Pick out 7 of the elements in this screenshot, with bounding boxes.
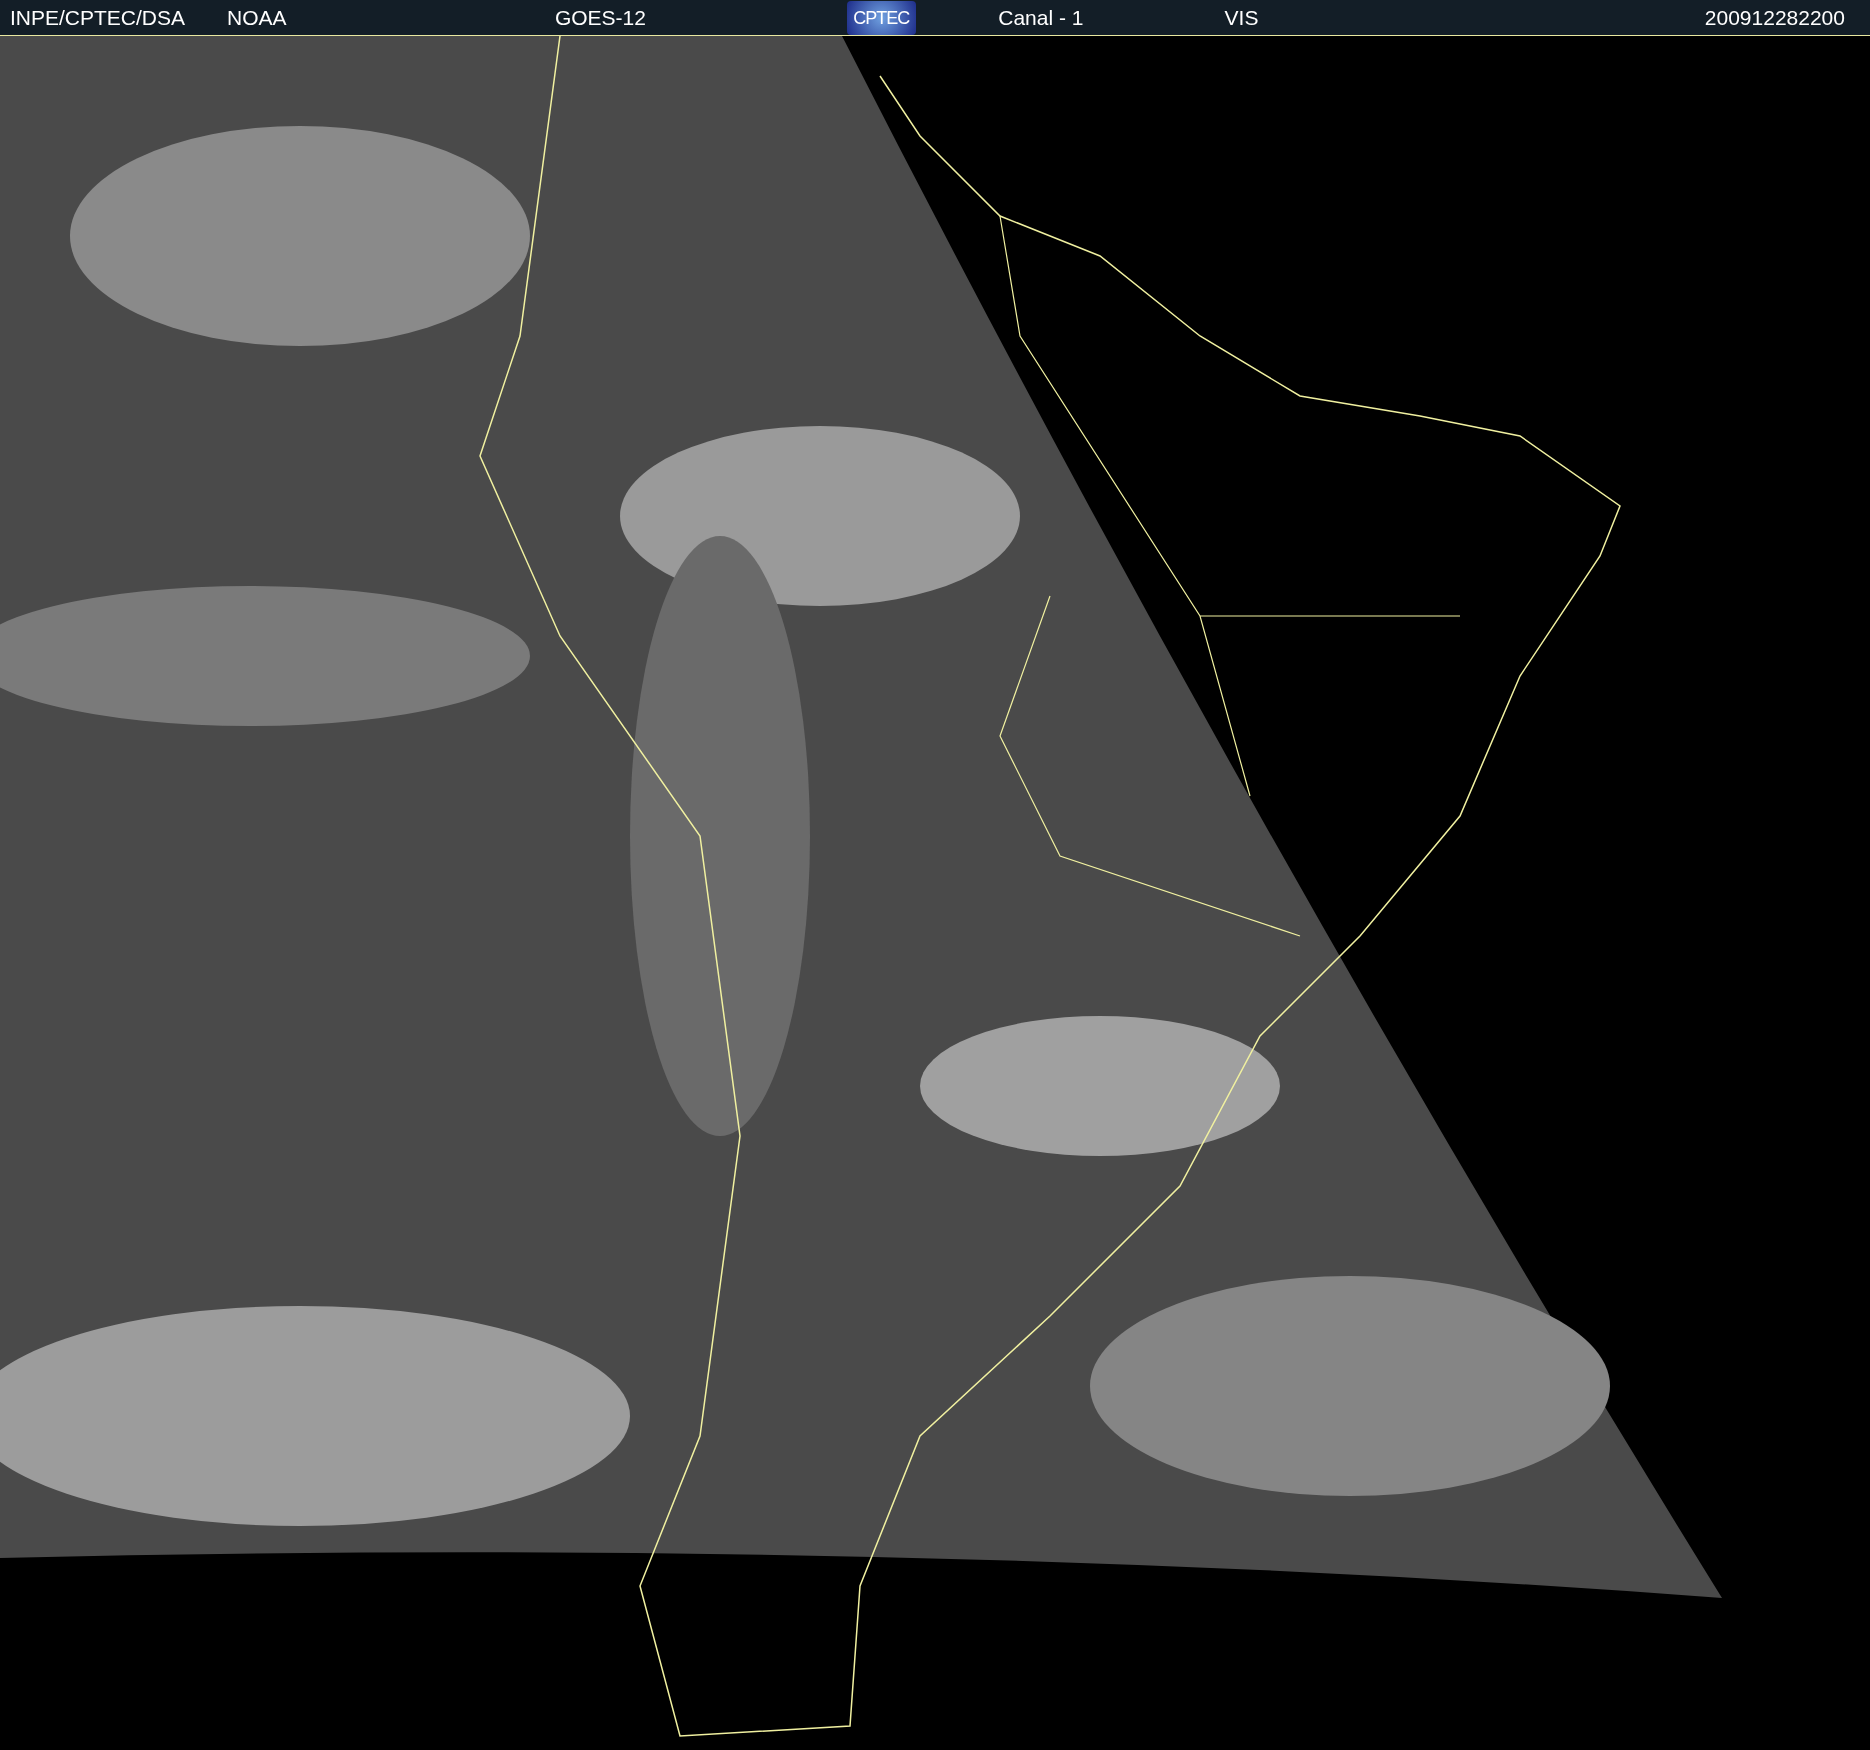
header-label: NOAA: [227, 4, 288, 31]
logo: CPTEC: [846, 0, 916, 35]
header-label: GOES-12: [554, 4, 647, 31]
header-label: VIS: [1224, 4, 1260, 31]
header-label: 200912282200: [1704, 4, 1846, 31]
header-label: INPE/CPTEC/DSA: [9, 4, 187, 31]
header-label: Canal - 1: [998, 4, 1085, 31]
